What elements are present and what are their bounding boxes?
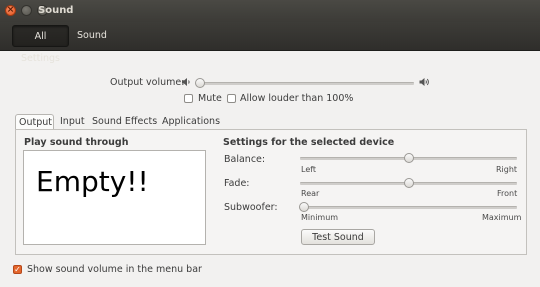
mute-label: Mute [198,93,222,104]
subwoofer-handle[interactable] [299,202,309,212]
mute-checkbox[interactable] [184,94,193,103]
fade-handle[interactable] [403,178,414,188]
allow-louder-label: Allow louder than 100% [240,93,354,104]
balance-label: Balance: [224,154,266,165]
subwoofer-minimum-label: Minimum [301,213,339,222]
show-volume-checkbox[interactable]: ✓ [13,265,22,274]
balance-left-label: Left [301,165,317,174]
minimize-icon[interactable] [21,5,32,16]
fade-front-label: Front [497,189,518,198]
output-volume-row: Output volume: [0,77,540,89]
allow-louder-checkbox[interactable] [227,94,236,103]
sound-breadcrumb-button[interactable]: Sound [73,25,111,47]
output-volume-slider[interactable] [200,82,414,85]
subwoofer-slider[interactable] [300,206,517,209]
show-volume-label: Show sound volume in the menu bar [27,264,202,275]
subwoofer-maximum-label: Maximum [482,213,522,222]
all-settings-button[interactable]: All Settings [12,25,69,64]
toolbar: All Settings Sound [0,22,540,64]
fade-rear-label: Rear [301,189,320,198]
tab-output[interactable]: Output [15,114,54,130]
tab-input[interactable]: Input [57,114,88,130]
speaker-high-icon [419,78,429,86]
device-settings-title: Settings for the selected device [223,137,395,148]
play-sound-through-title: Play sound through [24,137,129,148]
close-icon[interactable]: × [5,5,16,16]
test-sound-button[interactable]: Test Sound [301,229,375,245]
speaker-low-icon [182,78,190,86]
tab-sound-effects[interactable]: Sound Effects [89,114,160,130]
title-bar: × Sound [0,0,540,22]
window-title: Sound [38,5,74,16]
device-list-placeholder: Empty!! [36,165,149,198]
output-device-list[interactable]: Empty!! [23,150,206,245]
output-volume-handle[interactable] [195,78,205,88]
tab-applications[interactable]: Applications [159,114,223,130]
balance-handle[interactable] [403,153,414,163]
subwoofer-label: Subwoofer: [224,202,278,213]
balance-right-label: Right [496,165,518,174]
fade-label: Fade: [224,178,250,189]
output-volume-label: Output volume: [110,77,185,88]
